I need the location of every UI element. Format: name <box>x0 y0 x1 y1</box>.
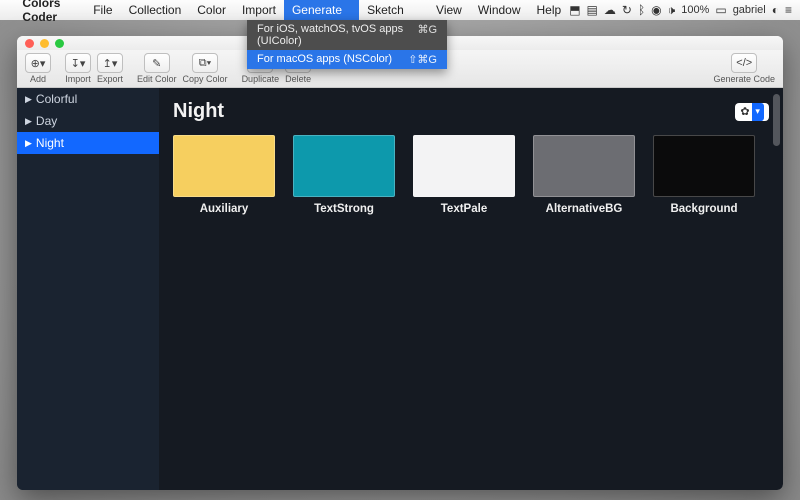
import-icon: ↧▾ <box>71 57 86 70</box>
menubar-status: ⬒ ▤ ☁ ↻ ᛒ ◉ 🕩 100% ▭ gabriel ◐ ≡ <box>569 3 800 18</box>
swatch-label: Auxiliary <box>200 203 249 215</box>
chevron-down-icon: ▾ <box>752 103 764 121</box>
add-label: Add <box>30 74 46 84</box>
sidebar-item-label: Day <box>36 114 57 128</box>
menu-window[interactable]: Window <box>470 0 529 20</box>
cloud-icon[interactable]: ☁ <box>604 3 616 17</box>
sidebar-item-label: Night <box>36 136 64 150</box>
add-button[interactable]: ⊕▾ Add <box>25 53 51 84</box>
color-chip[interactable] <box>293 135 395 197</box>
color-chip[interactable] <box>533 135 635 197</box>
export-button[interactable]: ↥▾ Export <box>97 53 123 84</box>
sync-icon[interactable]: ↻ <box>622 3 632 17</box>
menu-generate-code[interactable]: Generate Code <box>284 0 359 20</box>
color-chip[interactable] <box>653 135 755 197</box>
swatch-background[interactable]: Background <box>653 135 755 215</box>
generate-code-label: Generate Code <box>713 74 775 84</box>
export-label: Export <box>97 74 123 84</box>
edit-color-button[interactable]: ✎ Edit Color <box>137 53 177 84</box>
disclosure-icon: ▶ <box>25 138 32 149</box>
close-icon[interactable] <box>25 39 34 48</box>
disclosure-icon: ▶ <box>25 94 32 105</box>
zoom-icon[interactable] <box>55 39 64 48</box>
edit-label: Edit Color <box>137 74 177 84</box>
menu-import[interactable]: Import <box>234 0 284 20</box>
main-panel: Night ✿▾ Auxiliary TextStrong TextPale Alte… <box>159 88 783 490</box>
swatch-label: TextStrong <box>314 203 374 215</box>
app-window: ⊕▾ Add ↧▾ Import ↥▾ Export ✎ Edit Color … <box>17 36 783 490</box>
menu-sketch-plugin[interactable]: Sketch Plugin <box>359 0 428 20</box>
spotlight-icon[interactable]: ◐ <box>772 3 779 17</box>
swatch-textstrong[interactable]: TextStrong <box>293 135 395 215</box>
swatch-label: AlternativeBG <box>546 203 623 215</box>
app-name[interactable]: Colors Coder <box>14 0 85 24</box>
sidebar-item-label: Colorful <box>36 92 77 106</box>
swatch-auxiliary[interactable]: Auxiliary <box>173 135 275 215</box>
collection-settings-button[interactable]: ✿▾ <box>735 103 769 121</box>
copy-label: Copy Color <box>183 74 228 84</box>
battery-text: 100% <box>681 4 709 16</box>
import-label: Import <box>65 74 91 84</box>
menu-item[interactable]: For macOS apps (NSColor) ⇧⌘G <box>247 50 447 69</box>
scroll-thumb[interactable] <box>773 94 780 146</box>
plus-icon: ⊕▾ <box>31 57 46 70</box>
menu-color[interactable]: Color <box>189 0 234 20</box>
sidebar-item-colorful[interactable]: ▶ Colorful <box>17 88 159 110</box>
copy-icon: ⧉▾ <box>199 57 211 70</box>
disclosure-icon: ▶ <box>25 116 32 127</box>
pencil-icon: ✎ <box>152 57 161 70</box>
swatch-alternativebg[interactable]: AlternativeBG <box>533 135 635 215</box>
delete-label: Delete <box>285 74 311 84</box>
dropbox-icon[interactable]: ⬒ <box>569 3 580 17</box>
sidebar: ▶ Colorful ▶ Day ▶ Night <box>17 88 159 490</box>
scrollbar[interactable] <box>771 92 781 486</box>
code-icon: </> <box>736 57 752 69</box>
bluetooth-icon[interactable]: ᛒ <box>638 3 645 17</box>
menu-file[interactable]: File <box>85 0 120 20</box>
menu-help[interactable]: Help <box>529 0 570 20</box>
collection-title: Night <box>173 100 224 123</box>
export-icon: ↥▾ <box>103 57 118 70</box>
wifi-icon[interactable]: ◉ <box>651 3 661 17</box>
menu-item-label: For iOS, watchOS, tvOS apps (UIColor) <box>257 23 417 47</box>
minimize-icon[interactable] <box>40 39 49 48</box>
user-name[interactable]: gabriel <box>733 4 766 16</box>
menu-item[interactable]: For iOS, watchOS, tvOS apps (UIColor)⌘G <box>247 20 447 50</box>
menu-item-shortcut: ⌘G <box>417 23 437 47</box>
color-chip[interactable] <box>413 135 515 197</box>
swatch-textpale[interactable]: TextPale <box>413 135 515 215</box>
menu-item-label: For macOS apps (NSColor) <box>257 53 392 66</box>
menu-view[interactable]: View <box>428 0 470 20</box>
battery-icon[interactable]: ▭ <box>715 3 726 17</box>
swatch-label: Background <box>670 203 737 215</box>
generate-code-button[interactable]: </> Generate Code <box>713 53 775 84</box>
swatch-label: TextPale <box>441 203 487 215</box>
copy-color-button[interactable]: ⧉▾ Copy Color <box>183 53 228 84</box>
sidebar-item-day[interactable]: ▶ Day <box>17 110 159 132</box>
menu-item-shortcut: ⇧⌘G <box>408 53 437 66</box>
notifications-icon[interactable]: ≡ <box>785 3 792 17</box>
flag-icon[interactable]: ▤ <box>587 3 598 17</box>
volume-icon[interactable]: 🕩 <box>668 3 676 18</box>
gear-icon: ✿ <box>740 105 749 118</box>
import-button[interactable]: ↧▾ Import <box>65 53 91 84</box>
menu-collection[interactable]: Collection <box>121 0 190 20</box>
sidebar-item-night[interactable]: ▶ Night <box>17 132 159 154</box>
color-chip[interactable] <box>173 135 275 197</box>
macos-menubar: Colors Coder FileCollectionColorImportGe… <box>0 0 800 20</box>
duplicate-label: Duplicate <box>242 74 280 84</box>
generate-code-menu[interactable]: For iOS, watchOS, tvOS apps (UIColor)⌘GF… <box>247 20 447 69</box>
